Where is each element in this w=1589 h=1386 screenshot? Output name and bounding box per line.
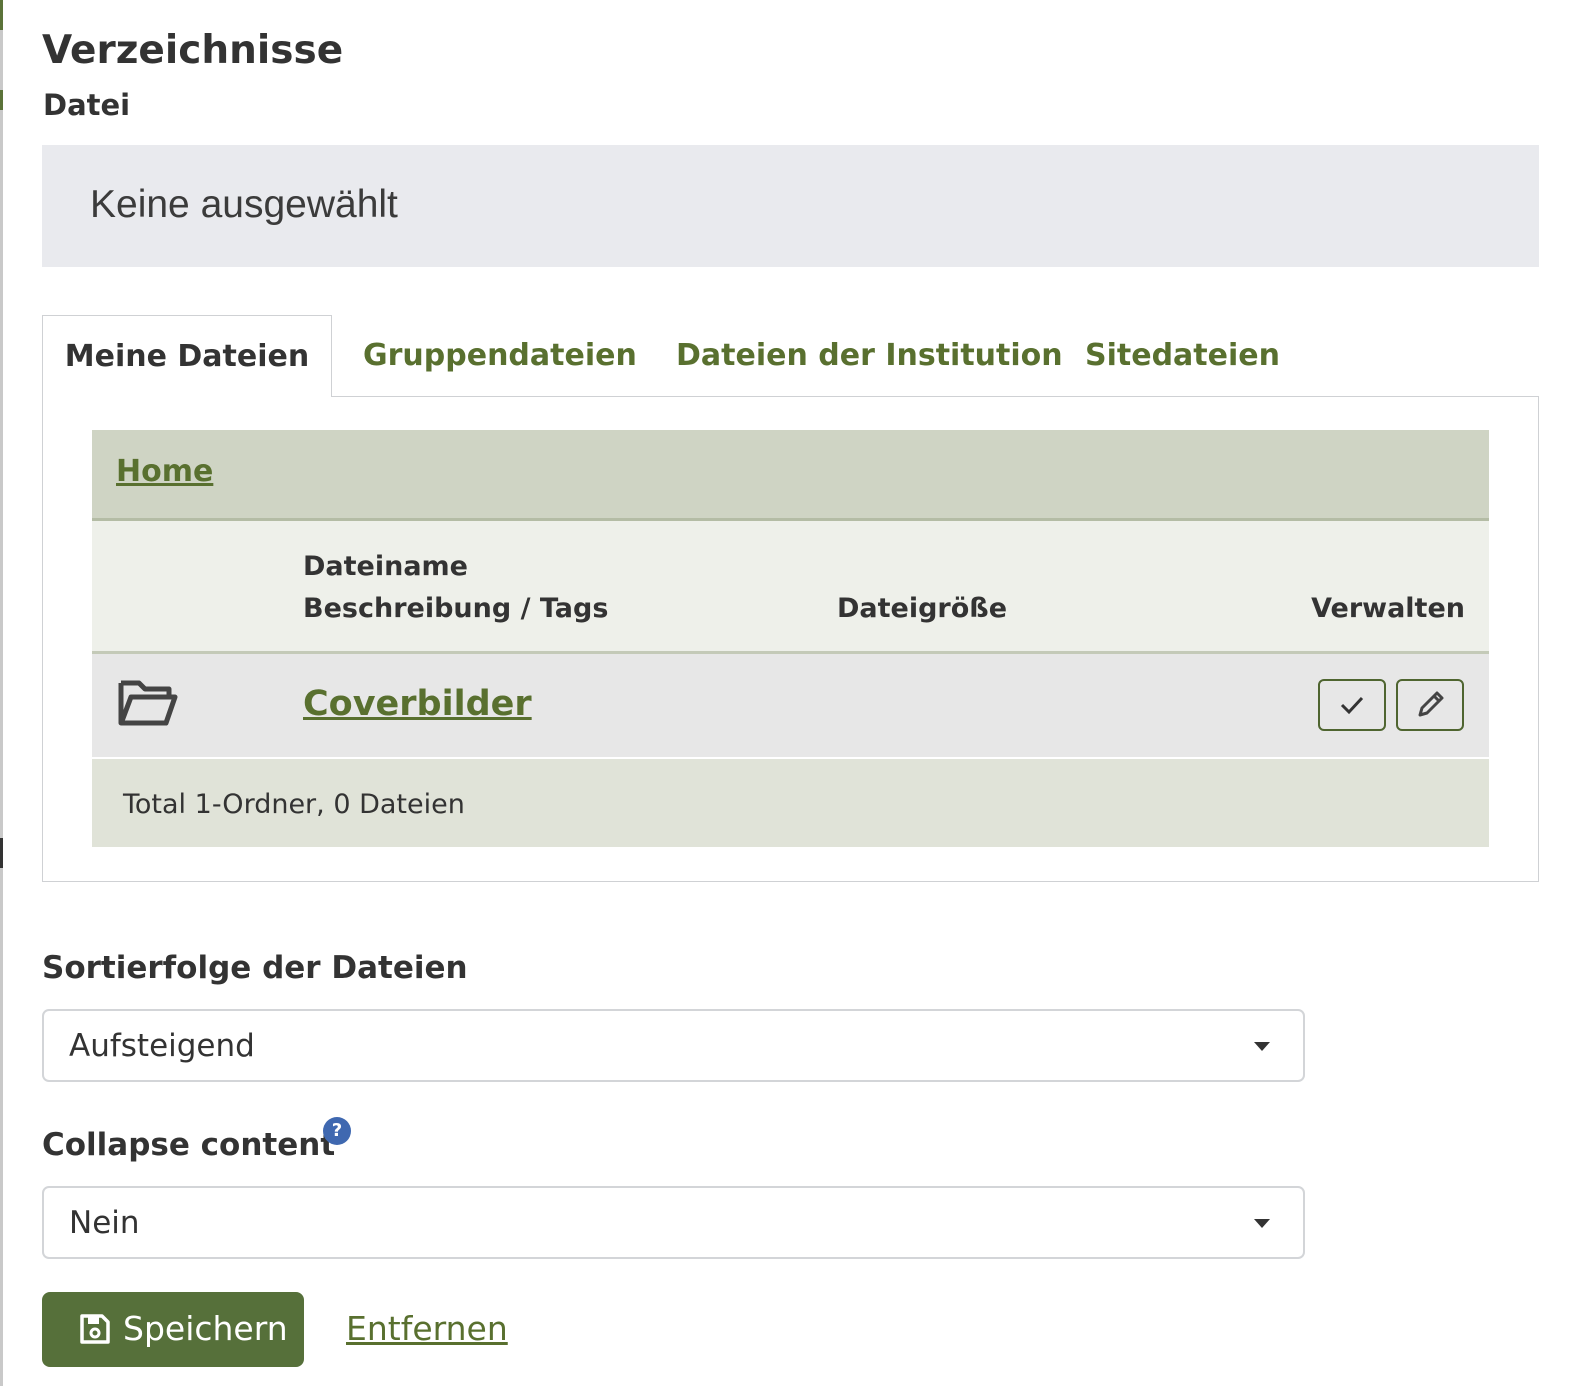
tab-site-files[interactable]: Sitedateien — [1085, 316, 1280, 396]
folder-open-icon — [118, 680, 178, 726]
left-edge-marker — [0, 0, 3, 30]
remove-link[interactable]: Entfernen — [346, 1309, 508, 1348]
header-description-tags: Beschreibung / Tags — [303, 593, 609, 624]
save-button[interactable]: Speichern — [42, 1292, 304, 1367]
tab-institution-files[interactable]: Dateien der Institution — [676, 316, 1063, 396]
left-edge-marker — [0, 838, 3, 868]
tab-group-files[interactable]: Gruppendateien — [363, 316, 637, 396]
selected-file-box: Keine ausgewählt — [42, 145, 1539, 267]
tab-panel: Home Dateiname Beschreibung / Tags Datei… — [42, 396, 1539, 882]
sort-order-select[interactable]: Aufsteigend — [42, 1009, 1305, 1082]
header-filesize: Dateigröße — [837, 593, 1008, 624]
section-title: Verzeichnisse — [42, 28, 344, 73]
save-icon — [80, 1314, 110, 1344]
tab-my-files[interactable]: Meine Dateien — [42, 315, 332, 397]
chevron-down-icon — [1254, 1042, 1270, 1051]
table-header: Dateiname Beschreibung / Tags Dateigröße… — [92, 521, 1489, 654]
check-icon — [1340, 696, 1364, 715]
left-edge-marker — [0, 90, 3, 110]
select-folder-button[interactable] — [1318, 679, 1386, 731]
breadcrumb-home-link[interactable]: Home — [116, 454, 213, 489]
header-manage: Verwalten — [1311, 593, 1465, 624]
table-footer: Total 1-Ordner, 0 Dateien — [92, 759, 1489, 847]
field-label-file: Datei — [43, 88, 131, 122]
chevron-down-icon — [1254, 1219, 1270, 1228]
selected-file-text: Keine ausgewählt — [90, 183, 398, 226]
save-button-label: Speichern — [123, 1309, 288, 1348]
sort-order-label: Sortierfolge der Dateien — [42, 950, 468, 986]
breadcrumb: Home — [92, 430, 1489, 521]
collapse-content-label: Collapse content — [42, 1127, 336, 1163]
help-icon[interactable]: ? — [323, 1117, 351, 1145]
pencil-icon — [1418, 691, 1444, 717]
header-filename: Dateiname — [303, 551, 468, 582]
sort-order-value: Aufsteigend — [69, 1028, 255, 1064]
collapse-content-value: Nein — [69, 1205, 140, 1241]
edit-folder-button[interactable] — [1396, 679, 1464, 731]
collapse-content-select[interactable]: Nein — [42, 1186, 1305, 1259]
table-row: Coverbilder — [92, 654, 1489, 757]
folder-link-coverbilder[interactable]: Coverbilder — [303, 684, 532, 724]
left-edge-border — [0, 0, 3, 1386]
table-total: Total 1-Ordner, 0 Dateien — [123, 789, 465, 820]
